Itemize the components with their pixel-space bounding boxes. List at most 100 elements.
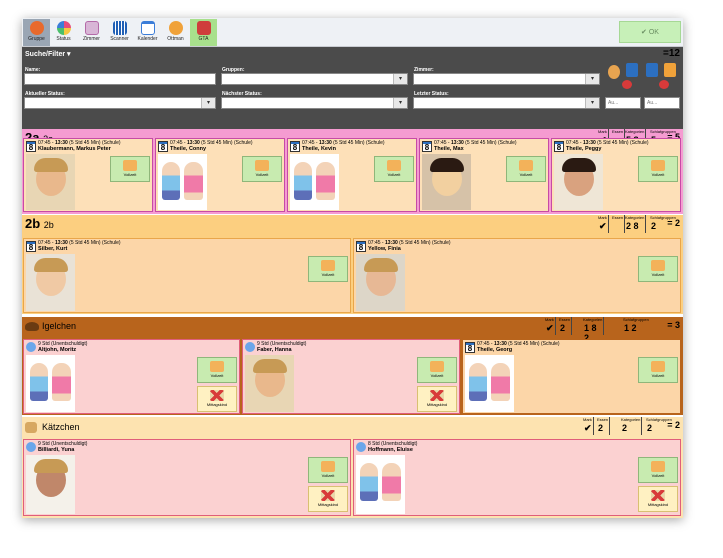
vollzeit-label: Vollzeit bbox=[321, 473, 335, 478]
chevron-down-icon: ▾ bbox=[393, 74, 407, 84]
sun-child-icon bbox=[321, 260, 335, 271]
child-card[interactable]: 8 07:45 - 13:30 (5 Std 45 Min) (Schule) Kl… bbox=[23, 138, 153, 212]
child-card[interactable]: 8 07:45 - 13:30 (5 Std 45 Min) (Schule) Th… bbox=[551, 138, 681, 212]
toolbar-kalender-button[interactable]: Kalender bbox=[134, 19, 161, 46]
calendar-badge-icon: 8 bbox=[26, 141, 36, 152]
group-total: = 3 bbox=[667, 320, 680, 330]
kategorien-column: Kategorien 2 bbox=[621, 417, 643, 435]
sun-child-icon bbox=[255, 160, 269, 171]
child-card[interactable]: 8 07:45 - 13:30 (5 Std 45 Min) (Schule) Th… bbox=[462, 339, 681, 414]
vollzeit-button[interactable]: Vollzeit bbox=[110, 156, 150, 182]
child-card[interactable]: 8 07:45 - 13:30 (5 Std 45 Min) (Schule) Th… bbox=[287, 138, 417, 212]
checklist-filter-icon[interactable] bbox=[664, 63, 676, 77]
absent-status-icon bbox=[26, 442, 36, 452]
child-photo bbox=[26, 455, 75, 514]
vollzeit-button[interactable]: Vollzeit bbox=[308, 457, 348, 483]
ottman-icon bbox=[168, 21, 183, 35]
absent-status-icon bbox=[26, 342, 36, 352]
child-card[interactable]: 9 Std (Unentschuldigt) Altjohn, Moritz Vol… bbox=[23, 339, 240, 414]
child-photo bbox=[554, 154, 603, 210]
toolbar-gta-button[interactable]: GTA bbox=[190, 19, 217, 46]
sun-child-icon bbox=[651, 361, 665, 372]
toolbar-scanner-button[interactable]: Scanner bbox=[106, 19, 133, 46]
child-photo bbox=[422, 154, 471, 210]
vollzeit-button[interactable]: Vollzeit bbox=[506, 156, 546, 182]
toolbar-status-button[interactable]: Status bbox=[50, 19, 77, 46]
girl-figure-icon bbox=[184, 162, 203, 200]
vollzeit-button[interactable]: Vollzeit bbox=[638, 256, 678, 282]
clear-filter-icon[interactable] bbox=[608, 65, 620, 79]
vollzeit-button[interactable]: Vollzeit bbox=[417, 357, 457, 383]
mittagskind-button[interactable]: Mittagskind bbox=[417, 386, 457, 412]
child-name: Theile, Georg bbox=[477, 347, 513, 353]
calendar-badge-icon: 8 bbox=[158, 141, 168, 152]
child-name: Billiardi, Yuna bbox=[38, 447, 75, 453]
mittagskind-label: Mittagskind bbox=[206, 402, 228, 407]
time-detail: (5 Std 45 Min) (Schule) bbox=[67, 240, 121, 246]
group-name: 2b 2b bbox=[25, 216, 54, 231]
name-input[interactable] bbox=[24, 73, 216, 85]
filter-toggle[interactable]: Suche/Filter ▾ bbox=[25, 50, 71, 58]
x-circle-icon[interactable] bbox=[622, 80, 632, 89]
kategorien-column: Kategorien 2 8 bbox=[625, 215, 647, 233]
absent-status-icon bbox=[356, 442, 366, 452]
child-name: Altjohn, Moritz bbox=[38, 347, 77, 353]
child-card[interactable]: 9 Std (Unentschuldigt) Billiardi, Yuna Vol… bbox=[23, 439, 351, 516]
vollzeit-button[interactable]: Vollzeit bbox=[242, 156, 282, 182]
group-icon bbox=[29, 21, 44, 35]
essen-column: Essen 2 bbox=[597, 417, 611, 435]
status-icon bbox=[56, 21, 71, 35]
x-circle-icon[interactable] bbox=[659, 80, 669, 89]
naechster-status-select[interactable]: ▾ bbox=[221, 97, 408, 109]
hair-image bbox=[430, 158, 464, 172]
letzter-status-select[interactable]: ▾ bbox=[413, 97, 600, 109]
meal-cancel-icon bbox=[210, 390, 224, 401]
placeholder-children-icon bbox=[26, 355, 75, 412]
sun-child-icon bbox=[123, 160, 137, 171]
vollzeit-label: Vollzeit bbox=[210, 373, 224, 378]
group-name: Kätzchen bbox=[42, 422, 80, 432]
time-detail: (5 Std 45 Min) (Schule) bbox=[595, 140, 649, 146]
toolbar-ottman-button[interactable]: Ottman bbox=[162, 19, 189, 46]
sort-select-2[interactable]: Au... bbox=[644, 97, 680, 109]
time-detail: (5 Std 45 Min) (Schule) bbox=[463, 140, 517, 146]
ok-button[interactable]: ✔ OK bbox=[619, 21, 681, 43]
sun-child-icon bbox=[321, 461, 335, 472]
vollzeit-button[interactable]: Vollzeit bbox=[308, 256, 348, 282]
toolbar-status-label: Status bbox=[56, 36, 71, 42]
child-card[interactable]: 8 07:45 - 13:30 (5 Std 45 Min) (Schule) Th… bbox=[419, 138, 549, 212]
vollzeit-button[interactable]: Vollzeit bbox=[638, 457, 678, 483]
toolbar-gruppe-button[interactable]: Gruppe bbox=[23, 19, 50, 46]
zimmer-select[interactable]: ▾ bbox=[413, 73, 600, 85]
time-detail: (5 Std 45 Min) (Schule) bbox=[397, 240, 451, 246]
child-card[interactable]: 8 Std (Unentschuldigt) Hoffmann, Eluise Vo… bbox=[353, 439, 681, 516]
child-name: Theile, Max bbox=[434, 146, 464, 152]
child-card[interactable]: 8 07:45 - 13:30 (5 Std 45 Min) (Schule) Th… bbox=[155, 138, 285, 212]
vollzeit-label: Vollzeit bbox=[430, 373, 444, 378]
bed-filter-icon[interactable] bbox=[626, 63, 638, 77]
gruppen-select[interactable]: ▾ bbox=[221, 73, 408, 85]
mittagskind-button[interactable]: Mittagskind bbox=[638, 486, 678, 512]
bottle-filter-icon[interactable] bbox=[646, 63, 658, 77]
hair-image bbox=[34, 158, 68, 172]
vollzeit-button[interactable]: Vollzeit bbox=[374, 156, 414, 182]
mittagskind-button[interactable]: Mittagskind bbox=[197, 386, 237, 412]
child-card[interactable]: 9 Std (Unentschuldigt) Faber, Hanna Vollze… bbox=[242, 339, 460, 414]
vollzeit-button[interactable]: Vollzeit bbox=[638, 156, 678, 182]
boy-figure-icon bbox=[469, 363, 487, 401]
child-card[interactable]: 8 07:45 - 13:30 (5 Std 45 Min) (Schule) Ye… bbox=[353, 238, 681, 313]
vollzeit-button[interactable]: Vollzeit bbox=[197, 357, 237, 383]
group-header: Kätzchen Mark ✔ Essen 2 Kategorien 2 Schlaf… bbox=[22, 417, 683, 439]
mittagskind-button[interactable]: Mittagskind bbox=[308, 486, 348, 512]
app-window: Gruppe Status Zimmer Scanner Kalender Ot… bbox=[22, 18, 683, 518]
vollzeit-button[interactable]: Vollzeit bbox=[638, 357, 678, 383]
mark-column: Mark✔ bbox=[545, 317, 556, 335]
child-photo bbox=[26, 254, 75, 311]
room-icon bbox=[84, 21, 99, 35]
child-card[interactable]: 8 07:45 - 13:30 (5 Std 45 Min) (Schule) Si… bbox=[23, 238, 351, 313]
hedgehog-icon bbox=[25, 322, 39, 331]
aktueller-status-select[interactable]: ▾ bbox=[24, 97, 216, 109]
toolbar-zimmer-button[interactable]: Zimmer bbox=[78, 19, 105, 46]
sort-select-1[interactable]: Au... bbox=[605, 97, 641, 109]
toolbar-ottman-label: Ottman bbox=[167, 36, 184, 42]
